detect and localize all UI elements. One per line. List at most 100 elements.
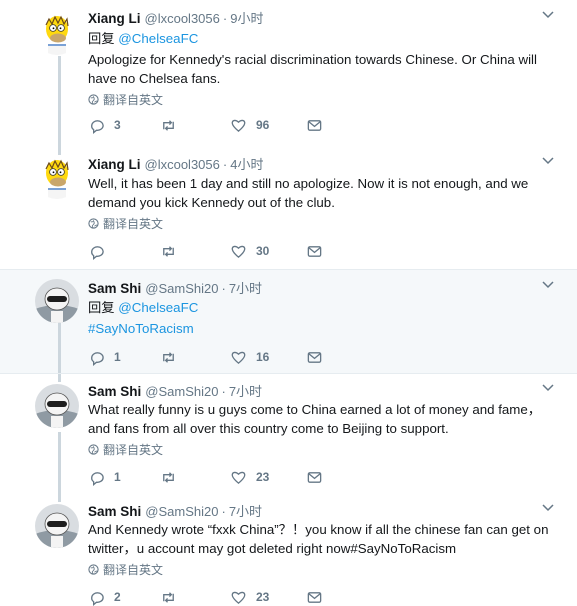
chevron-down-icon[interactable] [541,503,555,513]
envelope-icon [307,591,322,603]
like-button[interactable]: 16 [230,349,306,366]
reply-button[interactable]: 1 [88,469,160,486]
heart-icon [231,591,246,604]
retweet-button[interactable] [160,243,230,260]
reply-count: 1 [114,350,121,364]
separator-dot: · [221,504,226,519]
timestamp[interactable]: 7小时 [229,501,262,520]
separator-dot: · [222,11,228,26]
reply-count: 3 [114,118,121,132]
direct-message-button[interactable] [306,589,378,606]
reply-icon [91,471,104,486]
translate-label: 翻译自英文 [103,216,164,231]
reply-icon [91,351,104,366]
chevron-down-icon[interactable] [541,10,555,20]
translate-label: 翻译自英文 [103,562,164,577]
display-name[interactable]: Sam Shi [88,504,141,519]
like-count: 96 [256,118,270,132]
display-name[interactable]: Sam Shi [88,384,141,399]
username[interactable]: @lxcool3056 [145,11,220,26]
translate-tweet-link[interactable]: 翻译自英文 [88,215,555,231]
retweet-icon [163,119,174,131]
reply-icon [91,245,104,260]
like-button[interactable]: 30 [230,243,306,260]
like-button[interactable]: 96 [230,117,306,134]
chevron-down-icon[interactable] [541,156,555,166]
tweet[interactable]: Sam Shi @SamShi20 · 7小时 And Kennedy wrot… [0,494,577,606]
like-count: 30 [256,244,270,258]
mention-link[interactable]: @ChelseaFC [118,300,198,315]
like-button[interactable]: 23 [230,469,306,486]
translate-label: 翻译自英文 [103,92,164,107]
globe-icon [88,563,99,575]
envelope-icon [307,351,322,363]
mention-link[interactable]: @ChelseaFC [118,31,198,46]
translate-label: 翻译自英文 [103,442,164,457]
display-name[interactable]: Sam Shi [88,281,141,296]
avatar[interactable] [35,11,79,55]
timestamp[interactable]: 4小时 [230,154,263,173]
retweet-button[interactable] [160,349,230,366]
reply-count: 2 [114,590,121,604]
direct-message-button[interactable] [306,469,378,486]
globe-icon [88,217,99,229]
reply-icon [91,119,104,134]
username[interactable]: @lxcool3056 [145,157,220,172]
tweet-text: And Kennedy wrote “fxxk China”？！you know… [88,522,549,556]
timestamp[interactable]: 7小时 [229,278,262,297]
globe-icon [88,443,99,455]
tweet[interactable]: Xiang Li @lxcool3056 · 9小时 回复 @ChelseaFC… [0,0,577,149]
translate-tweet-link[interactable]: 翻译自英文 [88,91,555,107]
heart-icon [231,119,246,132]
avatar[interactable] [35,504,79,548]
display-name[interactable]: Xiang Li [88,157,141,172]
reply-button[interactable]: 3 [88,117,160,134]
like-count: 23 [256,590,270,604]
direct-message-button[interactable] [306,349,378,366]
tweet[interactable]: Sam Shi @SamShi20 · 7小时 What really funn… [0,373,577,495]
translate-tweet-link[interactable]: 翻译自英文 [88,561,555,577]
retweet-button[interactable] [160,469,230,486]
heart-icon [231,351,246,364]
username[interactable]: @SamShi20 [145,281,218,296]
chevron-down-icon[interactable] [541,280,555,290]
retweet-icon [163,591,174,603]
envelope-icon [307,119,322,131]
tweet[interactable]: Xiang Li @lxcool3056 · 4小时 Well, it has … [0,149,577,269]
like-button[interactable]: 23 [230,589,306,606]
avatar[interactable] [35,384,79,428]
direct-message-button[interactable] [306,117,378,134]
display-name[interactable]: Xiang Li [88,11,141,26]
thread-line [58,374,61,382]
separator-dot: · [221,281,226,296]
thread-line [58,323,61,374]
retweet-icon [163,351,174,363]
retweet-icon [163,245,174,257]
direct-message-button[interactable] [306,243,378,260]
tweet-text: Apologize for Kennedy's racial discrimin… [88,52,537,86]
avatar[interactable] [35,279,79,323]
tweet-text: Well, it has been 1 day and still no apo… [88,176,529,210]
reply-icon [91,591,104,606]
like-count: 16 [256,350,270,364]
separator-dot: · [222,157,228,172]
thread-line [58,56,61,149]
reply-button[interactable]: 1 [88,349,160,366]
username[interactable]: @SamShi20 [145,384,218,399]
timestamp[interactable]: 9小时 [230,8,263,27]
reply-button[interactable] [88,243,160,260]
thread-line [58,432,61,495]
tweet[interactable]: Sam Shi @SamShi20 · 7小时 回复 @ChelseaFC #S… [0,269,577,374]
translate-tweet-link[interactable]: 翻译自英文 [88,441,555,457]
retweet-button[interactable] [160,589,230,606]
timestamp[interactable]: 7小时 [229,381,262,400]
retweet-button[interactable] [160,117,230,134]
username[interactable]: @SamShi20 [145,504,218,519]
reply-prefix: 回复 [88,31,115,46]
chevron-down-icon[interactable] [541,383,555,393]
hashtag-link[interactable]: #SayNoToRacism [88,321,194,336]
avatar[interactable] [35,155,79,199]
heart-icon [231,245,246,258]
thread-line [58,494,61,502]
reply-button[interactable]: 2 [88,589,160,606]
